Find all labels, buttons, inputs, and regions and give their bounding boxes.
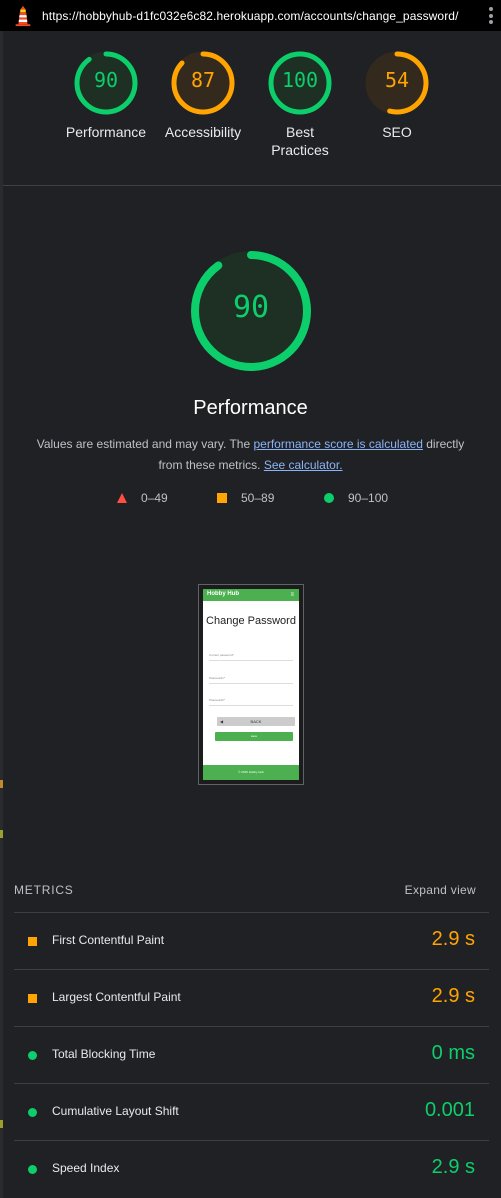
metric-value: 2.9 s [431,928,475,950]
lighthouse-logo-icon [15,5,31,26]
final-screenshot[interactable]: Hobby Hub ≡ Change Password Current pass… [198,584,304,785]
performance-gauge: 90 [190,250,312,372]
screenshot-back-button: ◀ BACK [217,717,295,726]
performance-score: 90 [232,290,270,325]
screenshot-navbar: Hobby Hub ≡ [203,589,299,601]
screenshot-title: Change Password [206,615,296,627]
square-icon [28,937,37,946]
metric-row: First Contentful Paint 2.9 s [14,912,489,969]
triangle-icon [117,493,127,503]
screenshot-back-label: BACK [250,719,262,724]
legend-good: 90–100 [324,491,388,505]
gauge-score: 90 [93,68,119,92]
gauge-label: Best Practices [271,124,329,158]
gauge-label: Performance [65,124,147,140]
gauge-seo[interactable]: 54 SEO [347,51,447,141]
metric-label: Speed Index [52,1161,120,1175]
score-legend: 0–49 50–89 90–100 [0,491,501,507]
legend-range: 0–49 [141,491,168,505]
metric-value: 2.9 s [431,1156,475,1178]
metric-row: Total Blocking Time 0 ms [14,1026,489,1083]
metric-row: Largest Contentful Paint 2.9 s [14,969,489,1026]
back-arrow-icon: ◀ [220,719,224,724]
screenshot-field-line [209,683,293,684]
legend-range: 90–100 [348,491,389,505]
gauge-label: Accessibility [164,124,242,140]
metric-label: Total Blocking Time [52,1047,156,1061]
gauge-best-practices[interactable]: 100 Best Practices [250,51,350,159]
gauge-performance[interactable]: 90 Performance [56,51,156,141]
edge-marker [0,1120,3,1128]
page-url[interactable]: https://hobbyhub-d1fc032e6c82.herokuapp.… [42,9,459,23]
gauge-accessibility[interactable]: 87 Accessibility [153,51,253,141]
gauge-score: 87 [190,68,216,92]
metric-value: 0 ms [431,1042,475,1064]
screenshot-page: Hobby Hub ≡ Change Password Current pass… [203,589,299,780]
square-icon [217,493,227,503]
square-icon [28,994,37,1003]
screenshot-field-line [209,660,293,661]
score-summary: 90 Performance 87 Accessibility 100 Best… [3,31,501,186]
left-edge-strip [0,31,3,1198]
screenshot-field-line [209,705,293,706]
metric-label: First Contentful Paint [52,933,165,947]
screenshot-field-label: Password1* [209,676,226,680]
performance-title: Performance [193,397,308,419]
metric-value: 2.9 s [431,985,475,1007]
score-calculated-link[interactable]: performance score is calculated [254,437,423,451]
circle-icon [28,1108,37,1117]
screenshot-footer: © 2025 Hobby Hub [203,765,299,780]
circle-icon [28,1165,37,1174]
screenshot-save-button: save [215,732,293,741]
screenshot-brand: Hobby Hub [207,591,239,597]
metric-label: Cumulative Layout Shift [52,1104,179,1118]
circle-icon [324,493,334,503]
gauge-score: 54 [384,68,410,92]
legend-range: 50–89 [241,491,275,505]
screenshot-field-label: Current password* [209,653,234,657]
metrics-title: METRICS [14,883,74,897]
gauge-score: 100 [281,68,319,92]
legend-average: 50–89 [217,491,274,505]
metric-row: Cumulative Layout Shift 0.001 [14,1083,489,1140]
hamburger-icon: ≡ [290,592,294,598]
screenshot-field-label: Password2* [209,698,226,702]
metric-row: Speed Index 2.9 s [14,1140,489,1197]
legend-poor: 0–49 [117,491,168,505]
desc-text: Values are estimated and may vary. The [36,437,254,451]
edge-marker [0,780,3,788]
more-menu-icon[interactable] [489,7,493,24]
edge-marker [0,830,3,838]
see-calculator-link[interactable]: See calculator. [264,458,343,472]
performance-description: Values are estimated and may vary. The p… [30,434,471,476]
metric-value: 0.001 [424,1099,475,1121]
gauge-label: SEO [382,124,412,140]
metrics-header: METRICS Expand view [14,880,476,900]
url-bar: https://hobbyhub-d1fc032e6c82.herokuapp.… [0,0,501,31]
metric-label: Largest Contentful Paint [52,990,181,1004]
expand-view-toggle[interactable]: Expand view [405,883,476,897]
circle-icon [28,1051,37,1060]
